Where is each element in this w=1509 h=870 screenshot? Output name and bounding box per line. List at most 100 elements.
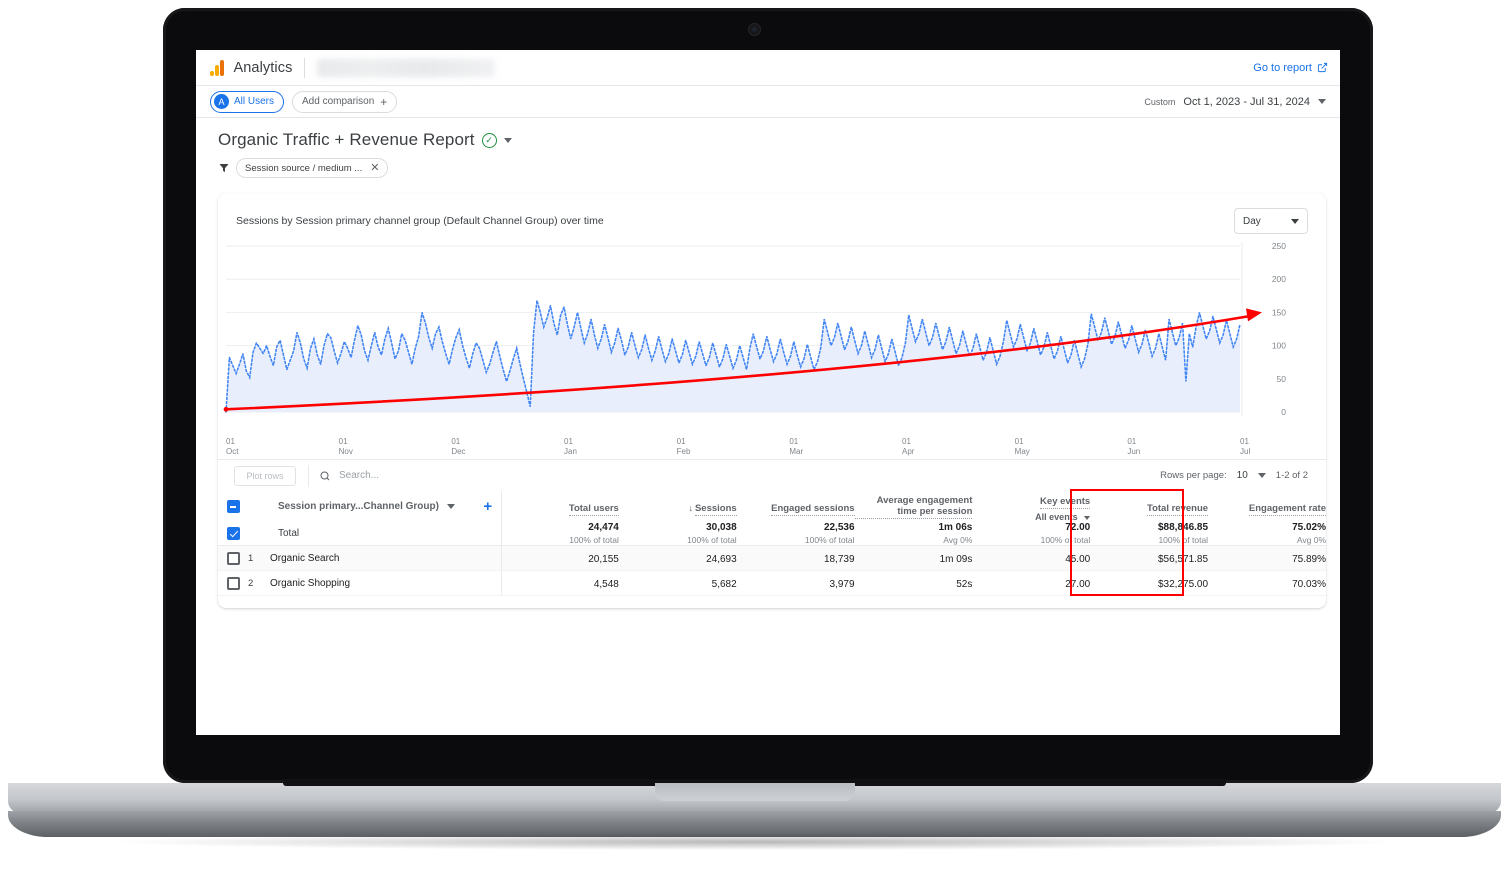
filter-row: Session source / medium ... ✕ xyxy=(218,158,1326,178)
avatar: A xyxy=(214,94,229,109)
chart-axis-labels: 0 50 100 150 200 250 xyxy=(1272,241,1286,417)
chart-x-axis: 01 Oct 01 Nov 01 Dec 01 Jan 01 Feb 01 Mar 01 Apr 01 May… xyxy=(218,437,1326,459)
rows-per-page-label: Rows per page: xyxy=(1160,470,1227,481)
metric-value: 18,739 xyxy=(823,554,855,565)
add-comparison-button[interactable]: Add comparison + xyxy=(292,90,398,113)
col-header-key-events[interactable]: Key events All events xyxy=(972,491,1091,522)
close-icon[interactable]: ✕ xyxy=(370,162,379,174)
x-axis-tick: 01 Nov xyxy=(338,437,353,456)
col-header-total-revenue[interactable]: Total revenue xyxy=(1090,491,1209,522)
row-checkbox[interactable] xyxy=(226,527,240,540)
laptop-base-notch xyxy=(655,783,855,801)
chevron-down-icon[interactable] xyxy=(1257,473,1266,478)
property-name-redacted xyxy=(317,58,496,77)
check-circle-icon: ✓ xyxy=(481,132,497,148)
select-all-cell[interactable] xyxy=(218,491,248,522)
cell-total-users: 4,548 xyxy=(500,570,619,596)
search-box[interactable]: Search... xyxy=(319,470,379,482)
row-spacer xyxy=(475,545,501,571)
metric-value: 4,548 xyxy=(593,579,619,590)
cell-avg-engagement-time: 1m 06s Avg 0% xyxy=(854,522,973,546)
cell-total-revenue: $56,571.85 xyxy=(1090,545,1209,571)
metric-value: 27.00 xyxy=(1065,579,1091,590)
app-brand-label: Analytics xyxy=(233,59,293,76)
chevron-down-icon[interactable] xyxy=(1291,218,1299,224)
cell-sessions: 24,693 xyxy=(618,545,737,571)
col-header-sessions[interactable]: ↓ Sessions xyxy=(619,491,737,522)
chevron-down-icon[interactable] xyxy=(503,137,512,143)
chevron-down-icon[interactable] xyxy=(446,504,455,509)
comparison-bar: A All Users Add comparison + Custom Oct … xyxy=(196,86,1340,118)
add-dimension-cell[interactable]: + xyxy=(475,491,501,522)
x-axis-tick: 01 Dec xyxy=(451,437,466,456)
select-all-checkbox[interactable] xyxy=(226,500,240,513)
metric-value: $88,846.85 xyxy=(1158,522,1209,533)
col-label: Total users xyxy=(568,502,619,516)
filter-icon xyxy=(219,164,229,172)
date-range-control[interactable]: Custom Oct 1, 2023 - Jul 31, 2024 xyxy=(1144,96,1326,108)
chevron-down-icon[interactable] xyxy=(1084,516,1091,520)
report-card-wrapper: Sessions by Session primary channel grou… xyxy=(196,194,1340,608)
cell-engagement-rate: 75.89% xyxy=(1208,545,1326,571)
metric-value: 45.00 xyxy=(1065,554,1091,565)
metric-sub: Avg 0% xyxy=(943,535,973,545)
col-header-engagement-rate[interactable]: Engagement rate xyxy=(1208,491,1326,522)
col-header-total-users[interactable]: Total users xyxy=(500,491,619,522)
filter-chip[interactable]: Session source / medium ... ✕ xyxy=(236,158,389,178)
row-select-cell[interactable] xyxy=(218,570,248,596)
row-checkbox[interactable] xyxy=(226,551,240,565)
cell-engagement-rate: 75.02% Avg 0% xyxy=(1208,522,1326,546)
y-axis-tick: 200 xyxy=(1272,274,1286,284)
col-label: Total revenue xyxy=(1146,502,1209,516)
col-header-engaged-sessions[interactable]: Engaged sessions xyxy=(737,491,855,522)
metric-value: 3,979 xyxy=(829,579,855,590)
custom-badge: Custom xyxy=(1144,96,1176,107)
col-label: Engaged sessions xyxy=(771,502,855,516)
x-axis-tick: 01 May xyxy=(1014,437,1030,456)
row-checkbox[interactable] xyxy=(226,576,240,590)
row-label[interactable]: Organic Search xyxy=(270,545,475,571)
granularity-select[interactable]: Day xyxy=(1234,208,1308,234)
metric-value: 1m 06s xyxy=(938,522,973,533)
metric-value: 52s xyxy=(956,579,973,590)
dimension-header[interactable]: Session primary...Channel Group) xyxy=(270,491,475,522)
cell-total-users: 24,474 100% of total xyxy=(500,522,619,546)
row-select-cell[interactable] xyxy=(218,545,248,571)
rows-per-page-value[interactable]: 10 xyxy=(1237,470,1248,481)
table-row[interactable]: 2 Organic Shopping 4,548 5,682 3,979 52s… xyxy=(218,570,1326,596)
metrics-table: Session primary...Channel Group) + Total… xyxy=(218,491,1326,596)
search-icon xyxy=(320,471,330,480)
search-input[interactable]: Search... xyxy=(339,470,379,481)
table-head: Session primary...Channel Group) + Total… xyxy=(218,491,1326,522)
external-link-icon[interactable] xyxy=(1317,62,1328,73)
date-range-label: Oct 1, 2023 - Jul 31, 2024 xyxy=(1183,95,1310,108)
row-index xyxy=(248,522,270,546)
chevron-down-icon[interactable] xyxy=(1318,99,1326,104)
x-axis-tick: 01 Oct xyxy=(226,437,239,456)
header-actions: Go to report xyxy=(1253,62,1328,74)
metric-value: 70.03% xyxy=(1292,579,1326,590)
cell-total-revenue: $88,846.85 100% of total xyxy=(1090,522,1209,546)
granularity-value: Day xyxy=(1243,215,1261,227)
key-events-filter[interactable]: All events xyxy=(972,512,1091,522)
y-axis-tick: 100 xyxy=(1272,341,1286,351)
go-to-report-link[interactable]: Go to report xyxy=(1253,62,1312,74)
all-users-chip[interactable]: A All Users xyxy=(210,90,285,113)
table-row[interactable]: 1 Organic Search 20,155 24,693 18,739 1m… xyxy=(218,545,1326,571)
row-index: 1 xyxy=(248,545,270,571)
col-label: Engagement rate xyxy=(1248,502,1326,516)
plus-icon[interactable]: + xyxy=(475,499,501,514)
row-label[interactable]: Organic Shopping xyxy=(270,570,475,596)
row-label: Total xyxy=(270,522,475,546)
metric-value: 30,038 xyxy=(706,522,737,533)
plot-rows-button[interactable]: Plot rows xyxy=(234,465,296,486)
cell-key-events: 45.00 xyxy=(972,545,1091,571)
cell-engaged-sessions: 18,739 xyxy=(736,545,855,571)
metric-value: 24,474 xyxy=(588,522,619,533)
report-header: Organic Traffic + Revenue Report ✓ Sessi… xyxy=(196,118,1340,178)
row-select-cell[interactable] xyxy=(218,522,248,546)
row-index: 2 xyxy=(248,570,270,596)
x-axis-tick: 01 Mar xyxy=(789,437,804,456)
col-header-avg-engagement-time[interactable]: Average engagement time per session xyxy=(854,491,973,522)
table-toolbar: Plot rows Search... Rows per page: 10 1-… xyxy=(218,459,1326,491)
